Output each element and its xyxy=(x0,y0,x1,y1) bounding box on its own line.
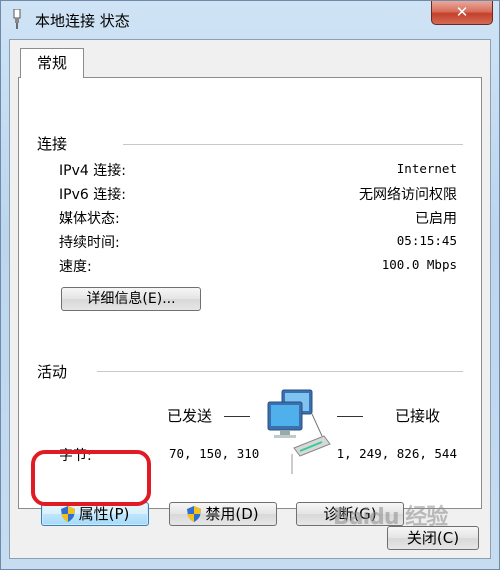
duration-value: 05:15:45 xyxy=(396,233,457,248)
connection-divider xyxy=(123,144,463,146)
window-title: 本地连接 状态 xyxy=(35,12,130,30)
watermark: Baidu 经验 xyxy=(333,505,448,530)
details-button[interactable]: 详细信息(E)... xyxy=(61,287,201,311)
bytes-label: 字节: xyxy=(59,448,92,464)
bytes-received-value: 1, 249, 826, 544 xyxy=(336,446,457,461)
sent-label: 已发送 xyxy=(167,407,213,425)
tab-general[interactable]: 常规 xyxy=(20,48,84,78)
uac-shield-icon xyxy=(187,506,202,522)
media-state-label: 媒体状态: xyxy=(59,211,120,227)
network-plug-icon xyxy=(13,9,21,29)
properties-label: 属性(P) xyxy=(78,505,130,523)
speed-value: 100.0 Mbps xyxy=(381,257,457,272)
activity-divider xyxy=(97,371,463,373)
received-dash xyxy=(337,416,363,417)
speed-label: 速度: xyxy=(59,259,92,275)
ipv4-value: Internet xyxy=(396,161,457,176)
ipv6-value: 无网络访问权限 xyxy=(359,187,457,203)
window-close-button[interactable]: ✕ xyxy=(431,1,493,25)
title-bar[interactable]: 本地连接 状态 ✕ xyxy=(1,1,499,37)
activity-section-title: 活动 xyxy=(37,363,68,381)
duration-label: 持续时间: xyxy=(59,235,120,251)
received-label: 已接收 xyxy=(395,407,441,425)
disable-button[interactable]: 禁用(D) xyxy=(169,502,277,526)
ipv4-label: IPv4 连接: xyxy=(59,163,126,179)
bytes-sent-value: 70, 150, 310 xyxy=(169,446,260,461)
media-state-value: 已启用 xyxy=(415,211,457,227)
tab-panel-general: 连接 IPv4 连接: Internet IPv6 连接: 无网络访问权限 媒体… xyxy=(18,77,482,526)
uac-shield-icon xyxy=(60,506,75,522)
dialog-client-area: 常规 连接 IPv4 连接: Internet IPv6 连接: 无网络访问权限… xyxy=(9,39,491,559)
sent-dash xyxy=(224,416,250,417)
connection-section-title: 连接 xyxy=(37,135,68,153)
ipv6-label: IPv6 连接: xyxy=(59,187,126,203)
status-window: 本地连接 状态 ✕ 常规 连接 IPv4 连接: Internet IPv6 连… xyxy=(0,0,500,570)
properties-button[interactable]: 属性(P) xyxy=(41,502,149,526)
disable-label: 禁用(D) xyxy=(205,505,259,523)
network-computers-icon xyxy=(267,389,331,474)
